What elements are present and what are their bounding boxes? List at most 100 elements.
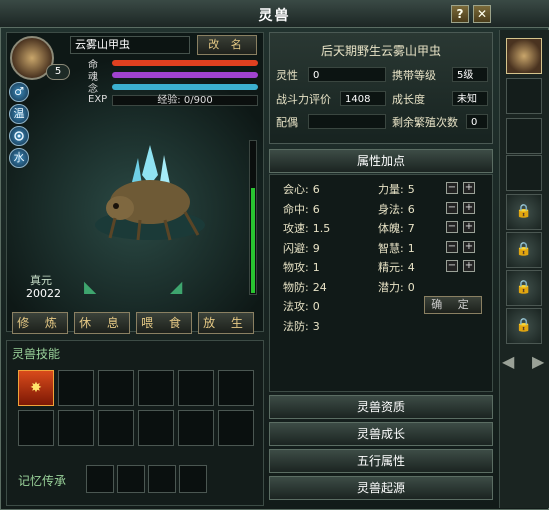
rename-button[interactable]: 改 名 <box>197 35 257 55</box>
skill-slot-filled[interactable]: ✸ <box>18 370 54 406</box>
attr-label: 力量 <box>378 183 400 196</box>
memory-slot[interactable] <box>117 465 145 493</box>
pet-list-slot-locked[interactable]: 🔒 <box>506 270 542 306</box>
attr-separator: : <box>305 261 309 274</box>
pet-list-slot[interactable] <box>506 78 542 114</box>
attr-separator: : <box>305 300 309 313</box>
skill-slot[interactable] <box>178 370 214 406</box>
rotate-left-icon[interactable]: ◣ <box>84 277 96 296</box>
fire-skill-icon: ✸ <box>30 380 42 396</box>
tab-aptitude[interactable]: 灵兽资质 <box>269 395 493 419</box>
skill-slot[interactable] <box>58 410 94 446</box>
pet-model[interactable] <box>90 140 210 250</box>
attr-left-stat: 会心: 6 <box>283 181 320 197</box>
skill-slot[interactable] <box>138 410 174 446</box>
attr-label: 物防 <box>283 280 305 294</box>
prev-arrow-icon[interactable]: ◀ <box>502 352 514 371</box>
skill-slot[interactable] <box>138 370 174 406</box>
skill-slot[interactable] <box>178 410 214 446</box>
spirit-label: 灵性 <box>276 69 298 82</box>
next-arrow-icon[interactable]: ▶ <box>532 352 544 371</box>
attr-value: 9 <box>312 241 320 255</box>
attr-right-stat: 体魄: 7 <box>378 220 415 236</box>
release-button[interactable]: 放 生 <box>198 312 254 334</box>
mind-label: 念 <box>88 84 98 95</box>
skill-slot[interactable] <box>218 410 254 446</box>
attr-separator: : <box>400 261 404 274</box>
attr-label: 身法 <box>378 202 400 216</box>
skill-slot[interactable] <box>98 410 134 446</box>
rotate-right-icon[interactable]: ◢ <box>170 277 182 296</box>
zhenyuan-label: 真元 <box>30 274 52 287</box>
tab-growth[interactable]: 灵兽成长 <box>269 422 493 446</box>
confirm-button[interactable]: 确 定 <box>424 296 482 314</box>
attr-label: 命中 <box>283 202 305 216</box>
breed-count-label: 剩余繁殖次数 <box>392 116 458 129</box>
skill-slot[interactable] <box>18 410 54 446</box>
pet-info-title: 后天期野生云雾山甲虫 <box>320 44 441 58</box>
decrease-stat-button[interactable]: − <box>446 221 458 233</box>
attr-value: 4 <box>407 261 415 274</box>
zhenyuan-value: 20022 <box>26 287 61 300</box>
decrease-stat-button[interactable]: − <box>446 240 458 253</box>
temperament-icon: 温 <box>9 104 29 124</box>
element-swirl-icon <box>9 126 29 146</box>
lock-icon: 🔒 <box>515 204 533 219</box>
pet-list-slot-locked[interactable]: 🔒 <box>506 232 542 268</box>
attr-separator: : <box>305 202 309 216</box>
decrease-stat-button[interactable]: − <box>446 201 458 214</box>
memory-slot[interactable] <box>179 465 207 493</box>
increase-stat-button[interactable]: + <box>463 240 475 253</box>
carry-level-label: 携带等级 <box>392 69 436 82</box>
breed-count-value: 0 <box>466 114 488 129</box>
feed-button[interactable]: 喂 食 <box>136 312 192 334</box>
lock-icon: 🔒 <box>515 280 533 295</box>
attr-label: 潜力 <box>378 280 400 294</box>
attr-separator: : <box>305 222 309 235</box>
memory-slot[interactable] <box>148 465 176 493</box>
attr-value: 1.5 <box>312 222 331 235</box>
train-button[interactable]: 修 炼 <box>12 312 68 334</box>
skill-slot[interactable] <box>218 370 254 406</box>
pet-list-slot[interactable] <box>506 118 542 154</box>
decrease-stat-button[interactable]: − <box>446 182 458 194</box>
tab-five-elements[interactable]: 五行属性 <box>269 449 493 473</box>
rest-button[interactable]: 休 息 <box>74 312 130 334</box>
tab-origin[interactable]: 灵兽起源 <box>269 476 493 500</box>
help-button[interactable]: ? <box>451 5 469 23</box>
pet-list-slot-locked[interactable]: 🔒 <box>506 194 542 230</box>
attr-left-stat: 法攻: 0 <box>283 298 320 314</box>
lock-icon: 🔒 <box>515 242 533 257</box>
growth-label: 成长度 <box>392 93 425 106</box>
close-button[interactable]: ✕ <box>473 5 491 23</box>
mate-label: 配偶 <box>276 116 298 129</box>
attr-left-stat: 物防: 24 <box>283 279 327 295</box>
pet-name-field: 云雾山甲虫 <box>70 36 190 54</box>
attr-separator: : <box>305 183 309 196</box>
attr-right-stat: 潜力: 0 <box>378 279 415 295</box>
attr-separator: : <box>305 241 309 255</box>
attr-label: 精元 <box>378 261 400 274</box>
memory-slot[interactable] <box>86 465 114 493</box>
skill-slot[interactable] <box>58 370 94 406</box>
pet-list-slot[interactable] <box>506 155 542 191</box>
attributes-header: 属性加点 <box>269 149 493 173</box>
attr-separator: : <box>400 222 404 235</box>
attr-label: 法攻 <box>283 300 305 313</box>
increase-stat-button[interactable]: + <box>463 182 475 194</box>
attr-value: 6 <box>312 202 320 216</box>
increase-stat-button[interactable]: + <box>463 201 475 214</box>
attr-separator: : <box>400 183 404 196</box>
increase-stat-button[interactable]: + <box>463 221 475 233</box>
increase-stat-button[interactable]: + <box>463 260 475 272</box>
pet-list-slot-locked[interactable]: 🔒 <box>506 308 542 344</box>
attr-label: 闪避 <box>283 241 305 255</box>
attr-separator: : <box>400 202 404 216</box>
attr-value: 1 <box>407 241 415 255</box>
pet-level-badge: 5 <box>46 64 70 80</box>
pet-list-slot-active[interactable] <box>506 38 542 74</box>
skill-slot[interactable] <box>98 370 134 406</box>
gender-icon: ♂ <box>9 82 29 102</box>
memory-inherit-title: 记忆传承 <box>18 474 67 488</box>
decrease-stat-button[interactable]: − <box>446 260 458 272</box>
